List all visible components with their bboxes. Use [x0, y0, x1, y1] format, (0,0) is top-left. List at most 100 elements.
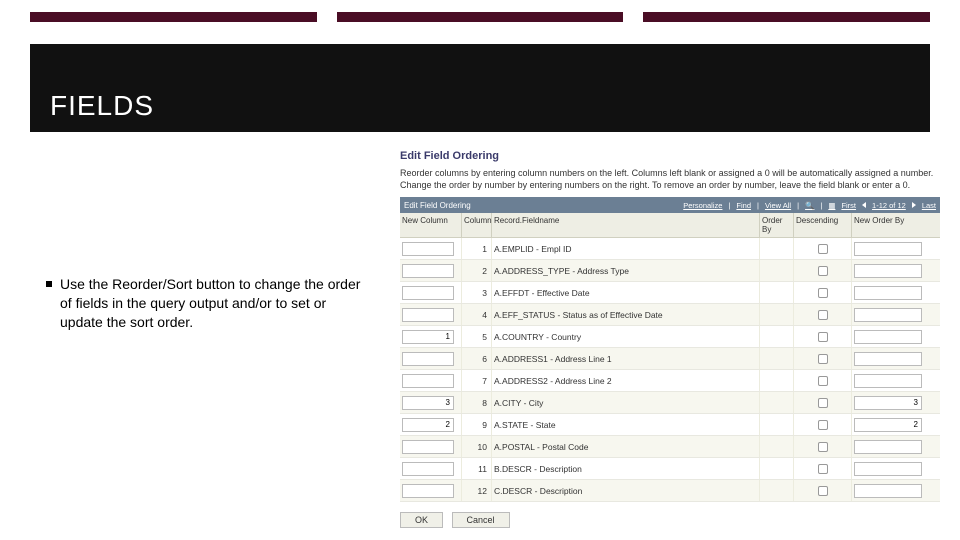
new-column-input[interactable]: [402, 396, 454, 410]
new-order-by-input[interactable]: [854, 418, 922, 432]
screenshot-panel: Edit Field Ordering Reorder columns by e…: [400, 150, 940, 528]
hdr-neworder: New Order By: [852, 213, 932, 237]
slide-title: FIELDS: [30, 44, 930, 122]
sheet-icon[interactable]: ▦: [828, 201, 835, 210]
new-order-by-input[interactable]: [854, 374, 922, 388]
new-column-input[interactable]: [402, 484, 454, 498]
column-number: 3: [462, 282, 492, 303]
column-number: 11: [462, 458, 492, 479]
dialog-instructions: Reorder columns by entering column numbe…: [400, 168, 940, 191]
descending-checkbox[interactable]: [818, 376, 828, 386]
descending-checkbox[interactable]: [818, 486, 828, 496]
page-right-icon[interactable]: [912, 202, 916, 208]
new-order-by-input[interactable]: [854, 286, 922, 300]
column-number: 2: [462, 260, 492, 281]
column-number: 4: [462, 304, 492, 325]
cancel-button[interactable]: Cancel: [452, 512, 510, 528]
column-number: 8: [462, 392, 492, 413]
record-fieldname: A.ADDRESS_TYPE - Address Type: [492, 260, 760, 281]
new-order-by-input[interactable]: [854, 484, 922, 498]
grid-bar: Edit Field Ordering Personalize | Find |…: [400, 197, 940, 213]
title-band: FIELDS: [30, 44, 930, 132]
decorative-top-bar: [30, 12, 930, 22]
descending-checkbox[interactable]: [818, 398, 828, 408]
record-fieldname: C.DESCR - Description: [492, 480, 760, 501]
table-row: 11B.DESCR - Description: [400, 458, 940, 480]
table-row: 5A.COUNTRY - Country: [400, 326, 940, 348]
descending-checkbox[interactable]: [818, 288, 828, 298]
column-number: 9: [462, 414, 492, 435]
new-order-by-input[interactable]: [854, 352, 922, 366]
order-by-value: [760, 282, 794, 303]
new-column-input[interactable]: [402, 352, 454, 366]
order-by-value: [760, 392, 794, 413]
new-column-input[interactable]: [402, 330, 454, 344]
descending-checkbox[interactable]: [818, 464, 828, 474]
new-column-input[interactable]: [402, 462, 454, 476]
order-by-value: [760, 480, 794, 501]
record-fieldname: A.ADDRESS2 - Address Line 2: [492, 370, 760, 391]
new-order-by-input[interactable]: [854, 242, 922, 256]
column-number: 10: [462, 436, 492, 457]
new-column-input[interactable]: [402, 374, 454, 388]
order-by-value: [760, 238, 794, 259]
column-number: 7: [462, 370, 492, 391]
new-order-by-input[interactable]: [854, 440, 922, 454]
new-column-input[interactable]: [402, 242, 454, 256]
descending-checkbox[interactable]: [818, 244, 828, 254]
descending-checkbox[interactable]: [818, 310, 828, 320]
order-by-value: [760, 414, 794, 435]
table-row: 6A.ADDRESS1 - Address Line 1: [400, 348, 940, 370]
new-column-input[interactable]: [402, 418, 454, 432]
ok-button[interactable]: OK: [400, 512, 443, 528]
hdr-record: Record.Fieldname: [492, 213, 760, 237]
viewall-link[interactable]: View All: [765, 201, 791, 210]
grid-header-row: New Column Column Record.Fieldname Order…: [400, 213, 940, 238]
personalize-link[interactable]: Personalize: [683, 201, 722, 210]
new-order-by-input[interactable]: [854, 462, 922, 476]
new-column-input[interactable]: [402, 440, 454, 454]
order-by-value: [760, 458, 794, 479]
page-last-label[interactable]: Last: [922, 201, 936, 210]
table-row: 1A.EMPLID - Empl ID: [400, 238, 940, 260]
hdr-orderby: Order By: [760, 213, 794, 237]
record-fieldname: A.COUNTRY - Country: [492, 326, 760, 347]
table-row: 9A.STATE - State: [400, 414, 940, 436]
dialog-heading: Edit Field Ordering: [400, 150, 940, 162]
descending-checkbox[interactable]: [818, 442, 828, 452]
descending-checkbox[interactable]: [818, 354, 828, 364]
hdr-column: Column: [462, 213, 492, 237]
record-fieldname: A.EFF_STATUS - Status as of Effective Da…: [492, 304, 760, 325]
record-fieldname: A.POSTAL - Postal Code: [492, 436, 760, 457]
new-order-by-input[interactable]: [854, 308, 922, 322]
table-row: 7A.ADDRESS2 - Address Line 2: [400, 370, 940, 392]
order-by-value: [760, 260, 794, 281]
page-first-label[interactable]: First: [841, 201, 856, 210]
grid-bar-title: Edit Field Ordering: [404, 201, 471, 210]
new-column-input[interactable]: [402, 308, 454, 322]
zoom-icon[interactable]: 🔍: [805, 201, 814, 210]
table-row: 12C.DESCR - Description: [400, 480, 940, 502]
table-row: 2A.ADDRESS_TYPE - Address Type: [400, 260, 940, 282]
page-range: 1-12 of 12: [872, 201, 906, 210]
new-order-by-input[interactable]: [854, 396, 922, 410]
descending-checkbox[interactable]: [818, 420, 828, 430]
page-left-icon[interactable]: [862, 202, 866, 208]
hdr-descending: Descending: [794, 213, 852, 237]
hdr-newcol: New Column: [400, 213, 462, 237]
new-column-input[interactable]: [402, 264, 454, 278]
grid-body: 1A.EMPLID - Empl ID2A.ADDRESS_TYPE - Add…: [400, 238, 940, 502]
new-order-by-input[interactable]: [854, 330, 922, 344]
new-column-input[interactable]: [402, 286, 454, 300]
record-fieldname: A.ADDRESS1 - Address Line 1: [492, 348, 760, 369]
descending-checkbox[interactable]: [818, 332, 828, 342]
descending-checkbox[interactable]: [818, 266, 828, 276]
table-row: 3A.EFFDT - Effective Date: [400, 282, 940, 304]
find-link[interactable]: Find: [736, 201, 751, 210]
order-by-value: [760, 370, 794, 391]
new-order-by-input[interactable]: [854, 264, 922, 278]
column-number: 6: [462, 348, 492, 369]
column-number: 5: [462, 326, 492, 347]
left-text-column: Use the Reorder/Sort button to change th…: [46, 275, 366, 332]
table-row: 10A.POSTAL - Postal Code: [400, 436, 940, 458]
